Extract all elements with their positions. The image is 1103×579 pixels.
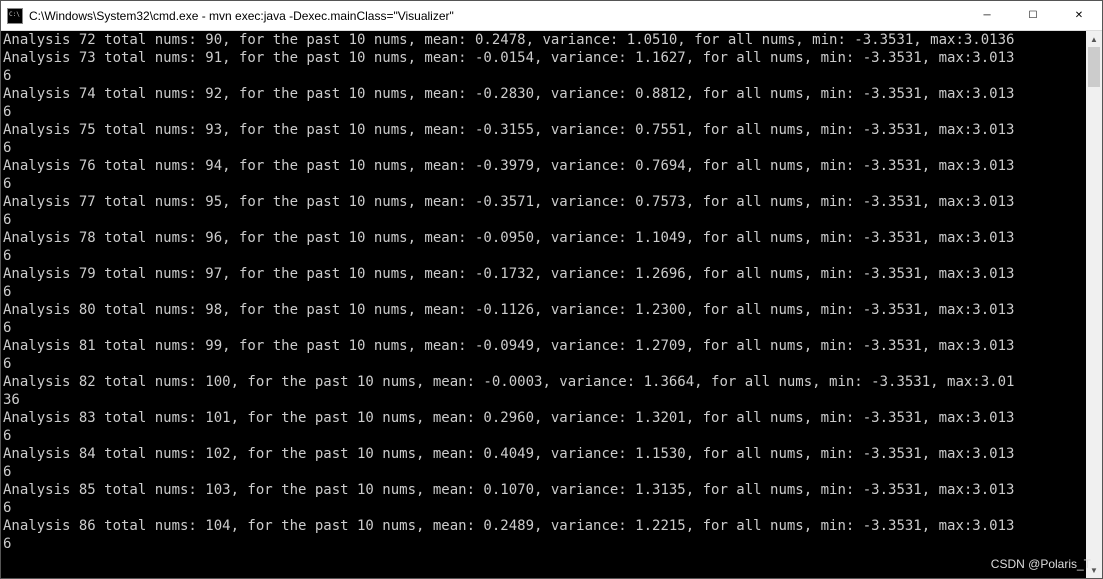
scroll-down-button[interactable]: ▼ <box>1086 562 1102 578</box>
console-output[interactable]: Analysis 72 total nums: 90, for the past… <box>1 31 1086 578</box>
scroll-thumb[interactable] <box>1088 47 1100 87</box>
window-title: C:\Windows\System32\cmd.exe - mvn exec:j… <box>29 9 964 23</box>
cmd-icon <box>7 8 23 24</box>
maximize-button[interactable]: ☐ <box>1010 1 1056 30</box>
scroll-up-button[interactable]: ▲ <box>1086 31 1102 47</box>
cmd-window: C:\Windows\System32\cmd.exe - mvn exec:j… <box>0 0 1103 579</box>
close-button[interactable]: ✕ <box>1056 1 1102 30</box>
vertical-scrollbar[interactable]: ▲ ▼ <box>1086 31 1102 578</box>
console-area: Analysis 72 total nums: 90, for the past… <box>1 31 1102 578</box>
title-bar[interactable]: C:\Windows\System32\cmd.exe - mvn exec:j… <box>1 1 1102 31</box>
minimize-button[interactable]: ─ <box>964 1 1010 30</box>
window-icon <box>1 8 29 24</box>
scroll-track[interactable] <box>1086 47 1102 562</box>
window-controls: ─ ☐ ✕ <box>964 1 1102 30</box>
